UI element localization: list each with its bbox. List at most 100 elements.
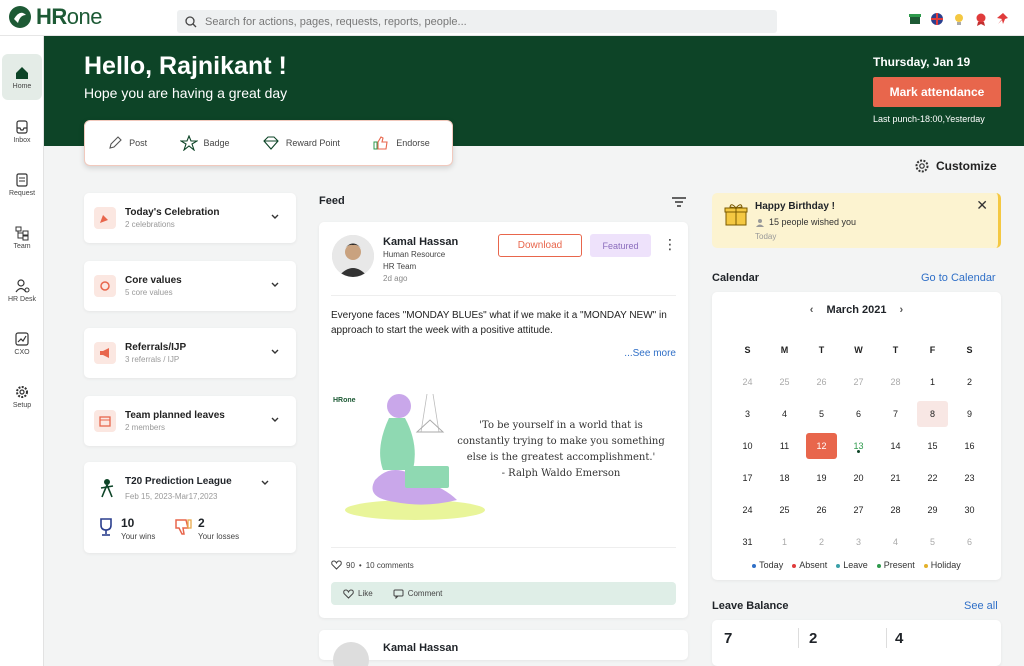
calendar-day[interactable]: 28	[880, 497, 911, 523]
calendar-day[interactable]: 27	[843, 497, 874, 523]
hrone-logo[interactable]: HRone	[8, 4, 103, 29]
reward-point-action[interactable]: Reward Point	[262, 135, 340, 151]
sidebar-item-label: Team	[13, 242, 31, 250]
download-button[interactable]: Download	[498, 234, 582, 257]
heart-icon[interactable]	[331, 560, 342, 570]
award-icon[interactable]	[974, 12, 988, 26]
pin-icon[interactable]	[996, 12, 1010, 26]
calendar-day[interactable]: 24	[732, 369, 763, 395]
post-author[interactable]: Kamal Hassan	[383, 236, 458, 248]
core-values-card[interactable]: Core values 5 core values	[84, 261, 296, 311]
badge-action[interactable]: Badge	[179, 135, 230, 151]
filter-icon[interactable]	[671, 196, 687, 208]
calendar-day[interactable]: 6	[843, 401, 874, 427]
calendar-day[interactable]: 17	[732, 465, 763, 491]
t20-prediction-card[interactable]: T20 Prediction League Feb 15, 2023-Mar17…	[84, 462, 296, 553]
more-options-icon[interactable]: ⋮	[663, 236, 677, 253]
calendar-day[interactable]: 7	[880, 401, 911, 427]
calendar-day[interactable]: 8	[917, 401, 948, 427]
calendar-day[interactable]: 26	[806, 369, 837, 395]
calendar-day[interactable]: 3	[732, 401, 763, 427]
chevron-right-icon[interactable]: ›	[900, 304, 904, 316]
calendar-day[interactable]: 9	[954, 401, 985, 427]
calendar-day[interactable]: 12	[806, 433, 837, 459]
chevron-down-icon[interactable]	[270, 415, 280, 425]
calendar-day[interactable]: 28	[880, 369, 911, 395]
mark-attendance-button[interactable]: Mark attendance	[873, 77, 1001, 107]
calendar-day[interactable]: 27	[843, 369, 874, 395]
party-icon	[94, 207, 116, 229]
sidebar-item-label: Setup	[12, 401, 32, 409]
calendar-day[interactable]: 10	[732, 433, 763, 459]
calendar-day[interactable]: 5	[806, 401, 837, 427]
calendar-day[interactable]: 25	[769, 497, 800, 523]
sidebar-item-setup[interactable]: Setup	[2, 373, 42, 419]
calendar-day[interactable]: 1	[917, 369, 948, 395]
calendar-day[interactable]: 22	[917, 465, 948, 491]
sidebar-item-home[interactable]: Home	[2, 54, 42, 100]
endorse-action[interactable]: Endorse	[372, 135, 430, 151]
sidebar-item-team[interactable]: Team	[2, 214, 42, 260]
calendar-day[interactable]: 5	[917, 529, 948, 555]
gear-icon	[915, 159, 929, 173]
calendar-day[interactable]: 19	[806, 465, 837, 491]
search-input[interactable]: Search for actions, pages, requests, rep…	[205, 16, 467, 28]
calendar-day[interactable]: 11	[769, 433, 800, 459]
calendar-day[interactable]: 20	[843, 465, 874, 491]
reward-point-label: Reward Point	[285, 138, 340, 148]
calendar-day[interactable]: 18	[769, 465, 800, 491]
sidebar-item-hr-desk[interactable]: HR Desk	[2, 267, 42, 313]
team-planned-leaves-card[interactable]: Team planned leaves 2 members	[84, 396, 296, 446]
sidebar-item-cxo[interactable]: CXO	[2, 320, 42, 366]
comment-button[interactable]: Comment	[393, 589, 442, 599]
search-bar[interactable]: Search for actions, pages, requests, rep…	[177, 10, 777, 33]
close-icon[interactable]: ✕	[976, 197, 988, 214]
chevron-left-icon[interactable]: ‹	[810, 304, 814, 316]
store-icon[interactable]	[908, 12, 922, 26]
referrals-card[interactable]: Referrals/IJP 3 referrals / IJP	[84, 328, 296, 378]
comment-count[interactable]: 10 comments	[366, 561, 414, 570]
chevron-down-icon[interactable]	[270, 347, 280, 357]
calendar-header: ‹ March 2021 ›	[712, 304, 1001, 316]
calendar-day[interactable]: 30	[954, 497, 985, 523]
sidebar-item-inbox[interactable]: Inbox	[2, 108, 42, 154]
calendar-day[interactable]: 25	[769, 369, 800, 395]
calendar-day[interactable]: 2	[954, 369, 985, 395]
calendar-day[interactable]: 4	[769, 401, 800, 427]
calendar-day[interactable]: 4	[880, 529, 911, 555]
todays-celebration-card[interactable]: Today's Celebration 2 celebrations	[84, 193, 296, 243]
flag-icon[interactable]	[930, 12, 944, 26]
calendar-day[interactable]: 21	[880, 465, 911, 491]
calendar-day[interactable]: 14	[880, 433, 911, 459]
calendar-day[interactable]: 2	[806, 529, 837, 555]
calendar-day[interactable]: 3	[843, 529, 874, 555]
bulb-icon[interactable]	[952, 12, 966, 26]
like-button[interactable]: Like	[343, 588, 373, 599]
values-icon	[94, 275, 116, 297]
post-department: Human Resource	[383, 250, 446, 259]
calendar-day[interactable]: 26	[806, 497, 837, 523]
calendar-day[interactable]: 23	[954, 465, 985, 491]
post-author[interactable]: Kamal Hassan	[383, 642, 458, 654]
post-action[interactable]: Post	[107, 135, 147, 151]
chevron-down-icon[interactable]	[270, 280, 280, 290]
calendar-day[interactable]: 6	[954, 529, 985, 555]
birthday-wishes[interactable]: 15 people wished you	[755, 217, 856, 227]
chevron-down-icon[interactable]	[260, 478, 270, 488]
calendar-day[interactable]: 15	[917, 433, 948, 459]
see-all-link[interactable]: See all	[964, 600, 998, 612]
calendar-day[interactable]: 29	[917, 497, 948, 523]
avatar[interactable]	[333, 642, 369, 666]
calendar-day[interactable]: 31	[732, 529, 763, 555]
calendar-day[interactable]: 13	[843, 433, 874, 459]
calendar-day[interactable]: 1	[769, 529, 800, 555]
see-more-link[interactable]: ...See more	[624, 348, 676, 359]
calendar-day[interactable]: 16	[954, 433, 985, 459]
go-to-calendar-link[interactable]: Go to Calendar	[921, 272, 996, 284]
sidebar-item-request[interactable]: Request	[2, 161, 42, 207]
customize-button[interactable]: Customize	[914, 158, 997, 174]
avatar[interactable]	[332, 235, 374, 277]
calendar-day[interactable]: 24	[732, 497, 763, 523]
sidebar-item-label: Request	[8, 189, 36, 197]
chevron-down-icon[interactable]	[270, 212, 280, 222]
